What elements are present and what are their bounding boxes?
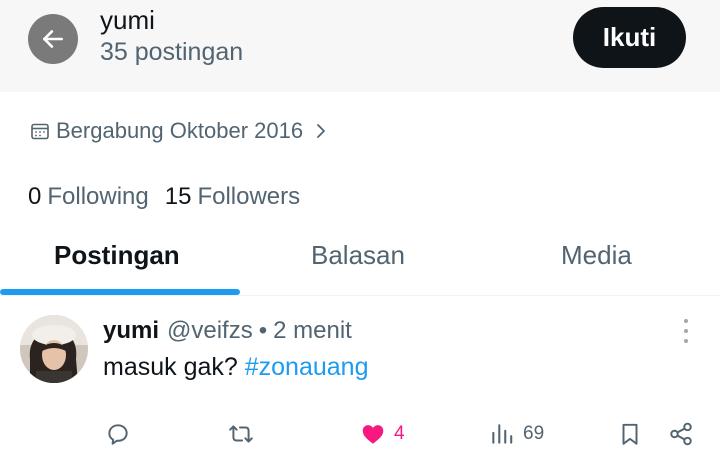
- chevron-right-icon: [317, 124, 325, 138]
- hashtag-link[interactable]: #zonauang: [245, 353, 369, 381]
- follow-button[interactable]: Ikuti: [573, 7, 686, 68]
- view-count: 69: [523, 423, 545, 444]
- separator-dot: •: [258, 317, 268, 344]
- tab-media[interactable]: Media: [561, 240, 632, 271]
- followers-label[interactable]: Followers: [197, 183, 300, 211]
- following-count[interactable]: 0: [28, 183, 41, 211]
- tab-balasan[interactable]: Balasan: [311, 240, 405, 271]
- tweet[interactable]: yumi @veifzs • 2 menit masuk gak? #zonau…: [0, 297, 720, 460]
- like-button[interactable]: 4: [360, 419, 405, 449]
- tweet-time[interactable]: 2 menit: [273, 317, 352, 345]
- bookmark-icon: [622, 423, 638, 445]
- tab-postingan[interactable]: Postingan: [54, 240, 180, 271]
- arrow-left-icon: [43, 30, 63, 48]
- avatar[interactable]: [20, 315, 88, 383]
- avatar-image: [20, 315, 88, 383]
- retweet-icon: [229, 425, 253, 443]
- views-button[interactable]: 69: [489, 419, 544, 449]
- reply-icon: [108, 424, 128, 445]
- calendar-icon: [31, 123, 49, 140]
- back-button[interactable]: [28, 14, 78, 64]
- tweet-body: masuk gak?: [103, 353, 238, 381]
- post-count: 35 postingan: [100, 38, 244, 66]
- follow-stats: 0 Following 15 Followers: [28, 183, 316, 211]
- following-label[interactable]: Following: [47, 183, 148, 211]
- joined-text: Bergabung Oktober 2016: [56, 118, 304, 143]
- tweet-display-name[interactable]: yumi: [103, 317, 159, 345]
- like-count: 4: [394, 423, 405, 444]
- tweet-text: masuk gak? #zonauang: [103, 353, 368, 382]
- profile-name: yumi: [100, 5, 155, 35]
- profile-header: yumi 35 postingan Ikuti: [0, 0, 720, 92]
- followers-count[interactable]: 15: [165, 183, 192, 211]
- bookmark-button[interactable]: [617, 419, 643, 449]
- active-tab-indicator: [0, 289, 240, 295]
- share-icon: [670, 422, 692, 446]
- heart-filled-icon: [362, 425, 384, 444]
- retweet-button[interactable]: [228, 419, 254, 449]
- joined-date-link[interactable]: Bergabung Oktober 2016: [30, 118, 329, 144]
- reply-button[interactable]: [105, 419, 131, 449]
- views-icon: [492, 424, 513, 444]
- tweet-handle[interactable]: @veifzs: [167, 317, 253, 345]
- tweet-header: yumi @veifzs • 2 menit: [103, 317, 352, 345]
- profile-tabs: Postingan Balasan Media: [0, 222, 720, 296]
- more-options-icon[interactable]: [676, 319, 696, 343]
- share-button[interactable]: [668, 419, 694, 449]
